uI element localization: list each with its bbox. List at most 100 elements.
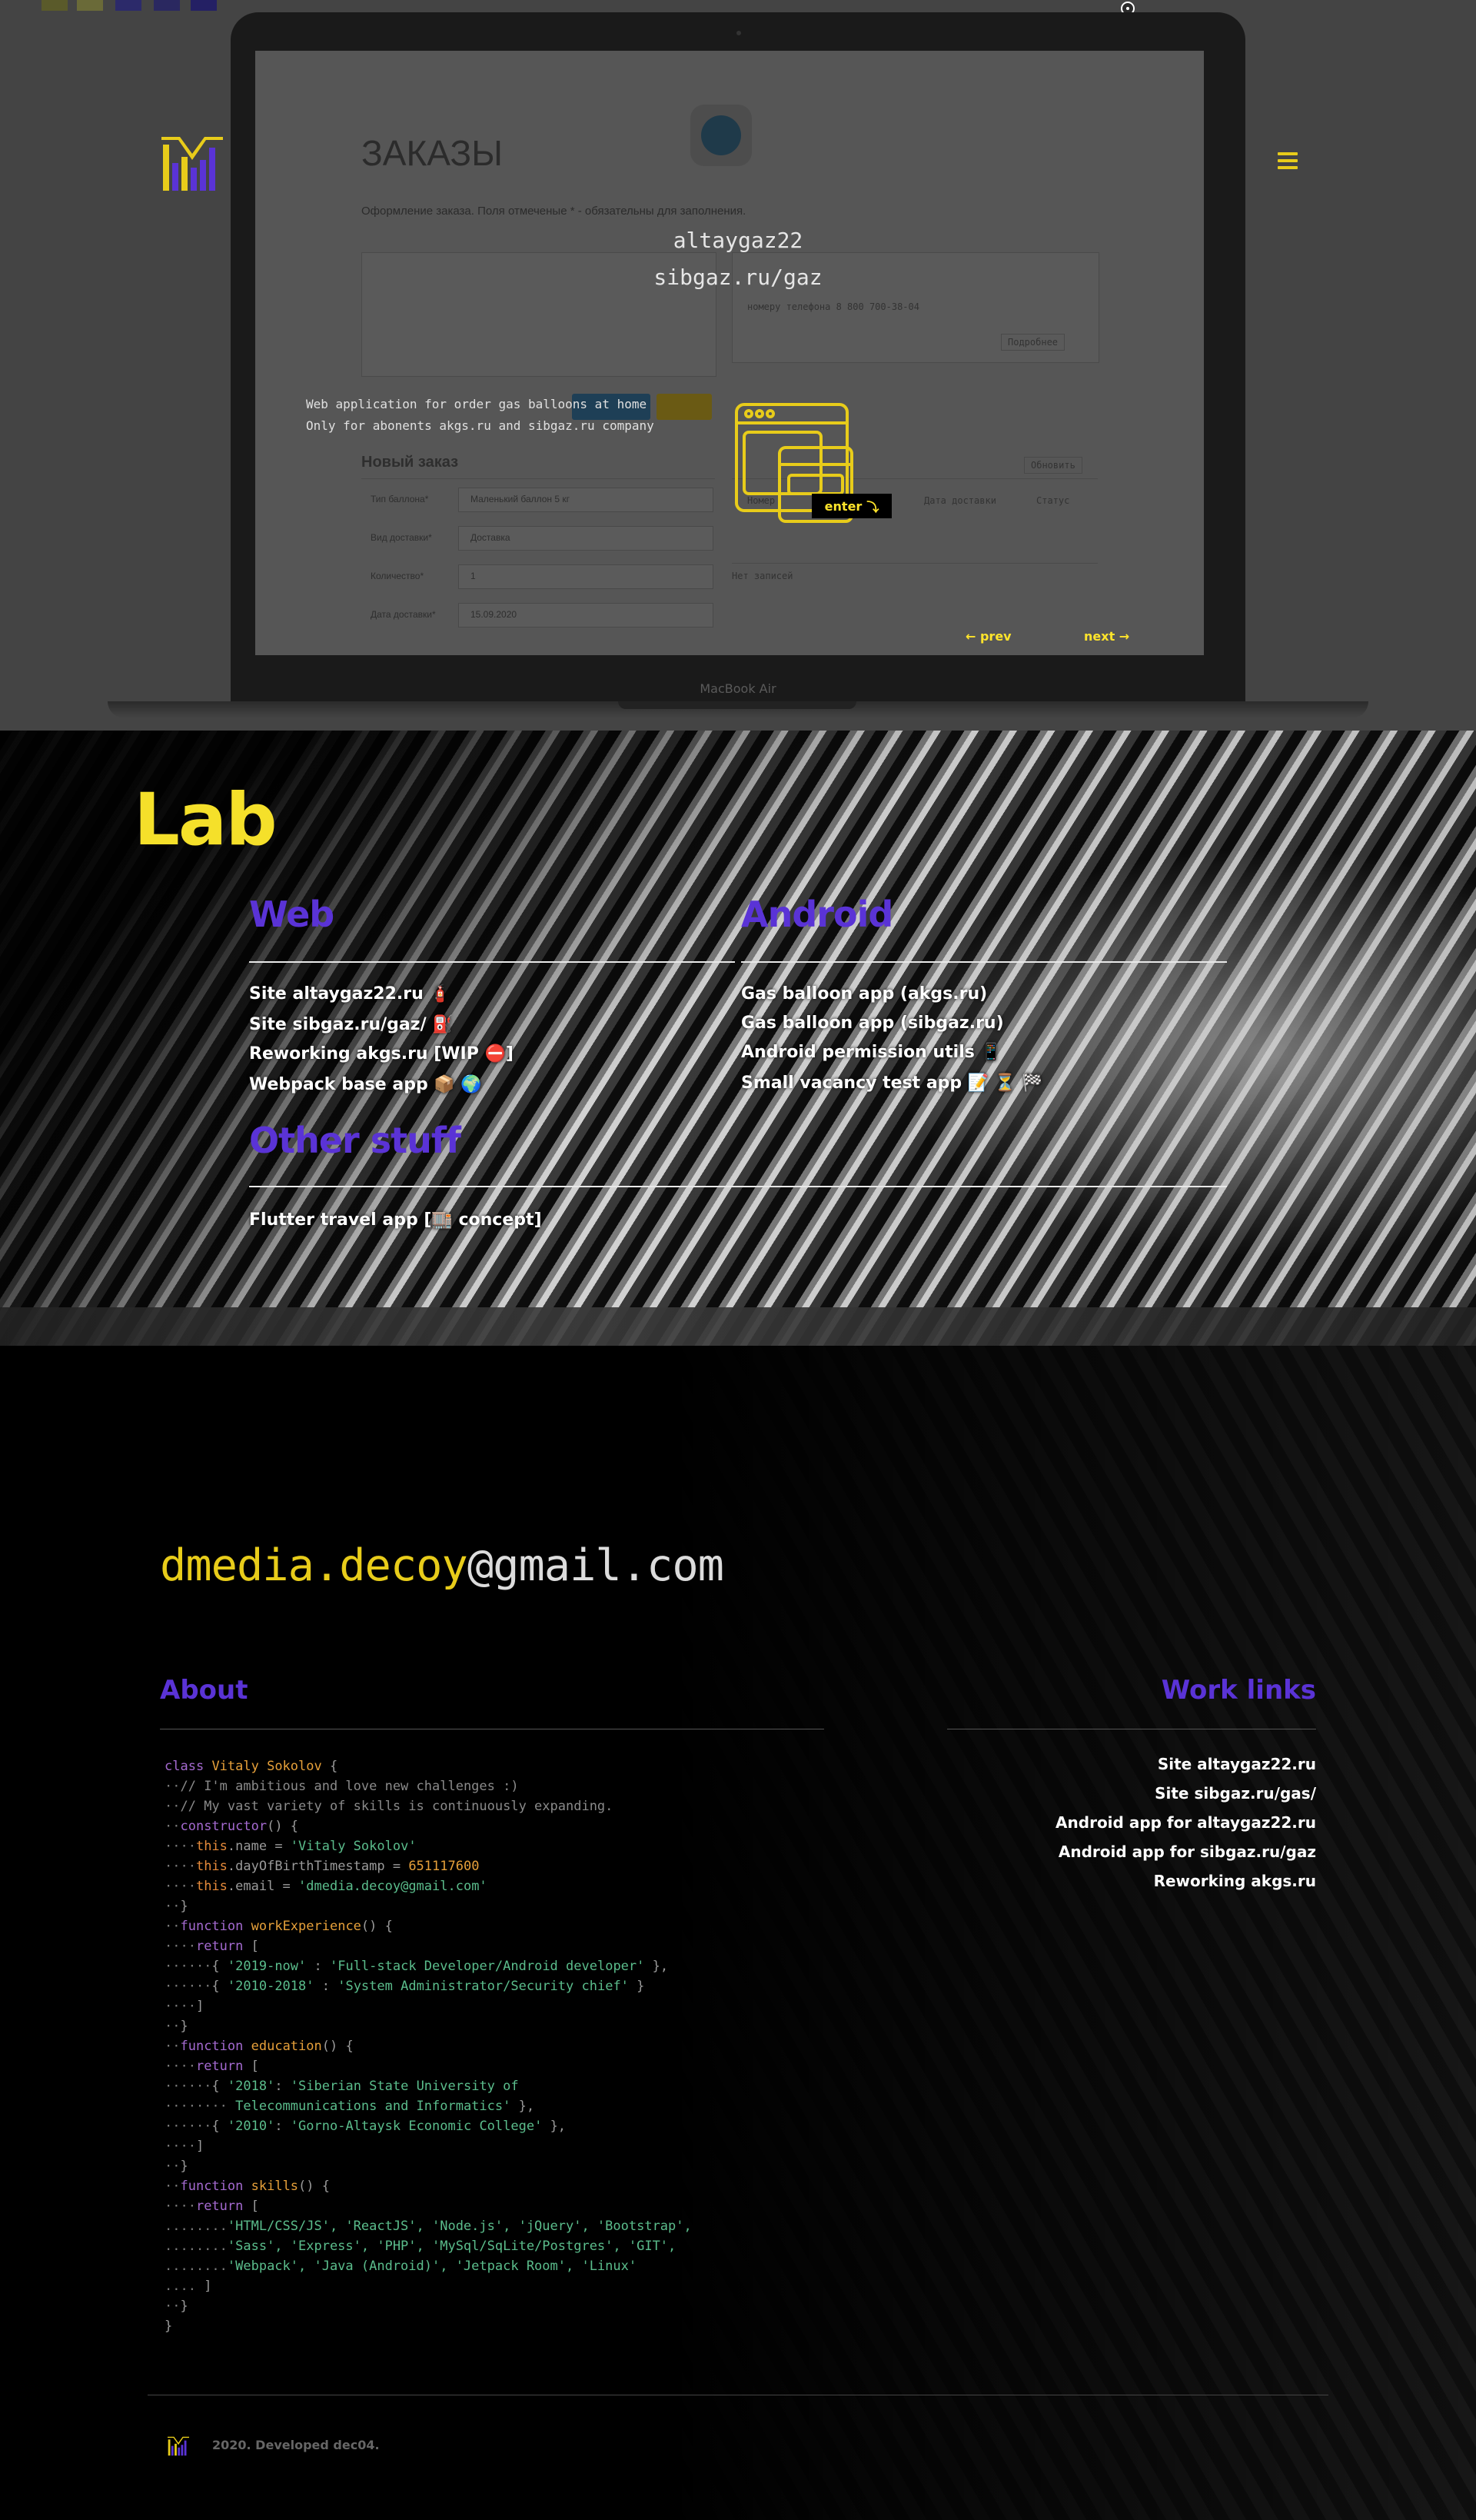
laptop-camera xyxy=(736,31,741,35)
dm-bars-logo-icon[interactable] xyxy=(161,137,223,191)
screen-field-value: Доставка xyxy=(470,532,510,543)
code-token: class xyxy=(165,1759,204,1774)
project-description-line2: Only for abonents akgs.ru and sibgaz.ru … xyxy=(306,418,654,433)
prev-link[interactable]: ← prev xyxy=(966,629,1012,644)
lab-bottom-strip xyxy=(0,1307,1476,1346)
screen-table-header: Статус xyxy=(1036,495,1070,506)
screen-field-label: Количество* xyxy=(371,571,424,581)
screen-field-value: 1 xyxy=(470,571,476,581)
code-string: 'HTML/CSS/JS', 'ReactJS', 'Node.js', 'jQ… xyxy=(227,2219,692,2234)
screen-field[interactable] xyxy=(458,564,713,589)
code-token: .dayOfBirthTimestamp = xyxy=(227,1859,409,1874)
screen-divider xyxy=(361,478,715,479)
code-string: '2018' xyxy=(227,2079,275,2094)
screen-field-label: Дата доставки* xyxy=(371,609,436,620)
code-string: 'Webpack', 'Java (Android)', 'Jetpack Ro… xyxy=(227,2259,637,2274)
hamburger-menu-icon[interactable] xyxy=(1278,152,1298,169)
lab-title: Lab xyxy=(134,778,278,862)
screen-title: ЗАКАЗЫ xyxy=(361,133,503,173)
code-function: workExperience xyxy=(251,1919,361,1934)
code-string: 'System Administrator/Security chief' xyxy=(337,1979,629,1994)
android-item[interactable]: Gas balloon app (sibgaz.ru) xyxy=(741,1014,1004,1033)
screen-empty-text: Нет записей xyxy=(732,571,793,581)
web-item[interactable]: Webpack base app 📦 🌍 xyxy=(249,1075,482,1094)
screen-field-label: Вид доставки* xyxy=(371,532,432,543)
code-comment: // I'm ambitious and love new challenges… xyxy=(180,1779,519,1794)
android-divider xyxy=(741,961,1227,963)
screen-refresh-button[interactable]: Обновить xyxy=(1024,457,1082,474)
enter-arrow-icon: ⤵ xyxy=(866,500,879,514)
contact-email-link[interactable]: dmedia.decoy@gmail.com xyxy=(160,1540,724,1591)
code-string: '2010' xyxy=(227,2119,275,2134)
screen-yellow-button[interactable] xyxy=(657,394,712,420)
code-string: '2010-2018' xyxy=(227,1979,314,1994)
web-divider xyxy=(249,961,735,963)
hero-section: MacBook Air ЗАКАЗЫ Оформление заказа. По… xyxy=(0,0,1476,731)
laptop-screen: ЗАКАЗЫ Оформление заказа. Поля отмеченые… xyxy=(255,51,1204,655)
work-link[interactable]: Android app for sibgaz.ru/gaz xyxy=(1059,1843,1316,1861)
about-code-block: class Vitaly Sokolov {··// I'm ambitious… xyxy=(165,1759,692,2334)
other-stuff-item[interactable]: Flutter travel app [🏬 concept] xyxy=(249,1210,542,1230)
work-link[interactable]: Site sibgaz.ru/gas/ xyxy=(1155,1784,1316,1803)
next-link[interactable]: next → xyxy=(1084,629,1129,644)
code-comment: // My vast variety of skills is continuo… xyxy=(180,1799,613,1814)
email-domain: @gmail.com xyxy=(467,1540,724,1591)
screen-new-order-title: Новый заказ xyxy=(361,454,459,471)
laptop-notch xyxy=(618,701,856,709)
gas-logo-icon xyxy=(690,105,752,166)
work-links-title: Work links xyxy=(1161,1675,1316,1706)
color-swatch xyxy=(115,0,141,11)
screen-more-button[interactable]: Подробнее xyxy=(1001,334,1065,351)
web-item[interactable]: Site sibgaz.ru/gaz/ ⛽ xyxy=(249,1015,454,1034)
enter-label: enter xyxy=(824,498,863,514)
web-heading: Web xyxy=(249,894,334,935)
code-token: .email = xyxy=(227,1879,299,1894)
color-swatch xyxy=(154,0,180,11)
other-stuff-divider xyxy=(249,1186,1227,1187)
android-heading: Android xyxy=(741,894,893,935)
code-function: education xyxy=(251,2039,322,2054)
color-swatch xyxy=(191,0,217,11)
code-token: .name = xyxy=(227,1839,291,1854)
screen-field-label: Тип баллона* xyxy=(371,494,429,504)
lab-section: Lab Web Site altaygaz22.ru 🧯 Site sibgaz… xyxy=(0,731,1476,1346)
code-string: 'Sass', 'Express', 'PHP', 'MySql/SqLite/… xyxy=(227,2239,676,2254)
other-stuff-heading: Other stuff xyxy=(249,1120,461,1161)
android-item[interactable]: Gas balloon app (akgs.ru) xyxy=(741,984,987,1004)
web-item[interactable]: Site altaygaz22.ru 🧯 xyxy=(249,984,450,1004)
android-item[interactable]: Small vacancy test app 📝 ⏳ 🏁 xyxy=(741,1074,1042,1093)
project-description-line1: Web application for order gas balloons a… xyxy=(306,397,647,411)
footer-text: 2020. Developed dec04. xyxy=(212,2438,380,2452)
work-link[interactable]: Android app for altaygaz22.ru xyxy=(1055,1813,1316,1832)
work-link[interactable]: Reworking akgs.ru xyxy=(1154,1872,1316,1890)
screen-field-value: 15.09.2020 xyxy=(470,609,517,620)
code-token: Vitaly Sokolov xyxy=(211,1759,322,1774)
screen-subtitle: Оформление заказа. Поля отмеченые * - об… xyxy=(361,205,746,218)
screen-divider xyxy=(732,563,1098,564)
screen-phone-note: номеру телефона 8 800 700-38-04 xyxy=(747,301,919,312)
code-string: 'Vitaly Sokolov' xyxy=(290,1839,417,1854)
project-name: altaygaz22 xyxy=(673,228,803,253)
color-swatch xyxy=(77,0,103,11)
code-string: 'dmedia.decoy@gmail.com' xyxy=(298,1879,487,1894)
code-function: skills xyxy=(251,2179,299,2194)
dm-bars-logo-icon[interactable] xyxy=(168,2436,189,2456)
project-site[interactable]: sibgaz.ru/gaz xyxy=(584,265,892,290)
android-item[interactable]: Android permission utils 📱 xyxy=(741,1043,1002,1062)
code-string: 'Siberian State University of xyxy=(290,2079,519,2094)
laptop-brand-label: MacBook Air xyxy=(700,681,776,696)
email-user: dmedia.decoy xyxy=(160,1540,468,1591)
code-number: 651117600 xyxy=(408,1859,480,1874)
code-string: '2019-now' xyxy=(227,1959,307,1974)
code-string: 'Gorno-Altaysk Economic College' xyxy=(290,2119,543,2134)
screen-table-header: Дата доставки xyxy=(924,495,996,506)
screen-field-value: Маленький баллон 5 кг xyxy=(470,494,570,504)
enter-button[interactable]: enter ⤵ xyxy=(812,494,892,518)
web-item[interactable]: Reworking akgs.ru [WIP ⛔] xyxy=(249,1044,514,1064)
code-string: 'Full-stack Developer/Android developer' xyxy=(329,1959,645,1974)
color-swatch xyxy=(42,0,68,11)
work-link[interactable]: Site altaygaz22.ru xyxy=(1158,1755,1316,1773)
about-title: About xyxy=(160,1675,248,1706)
code-token: constructor xyxy=(180,1819,268,1834)
code-string: Telecommunications and Informatics' xyxy=(235,2099,511,2114)
